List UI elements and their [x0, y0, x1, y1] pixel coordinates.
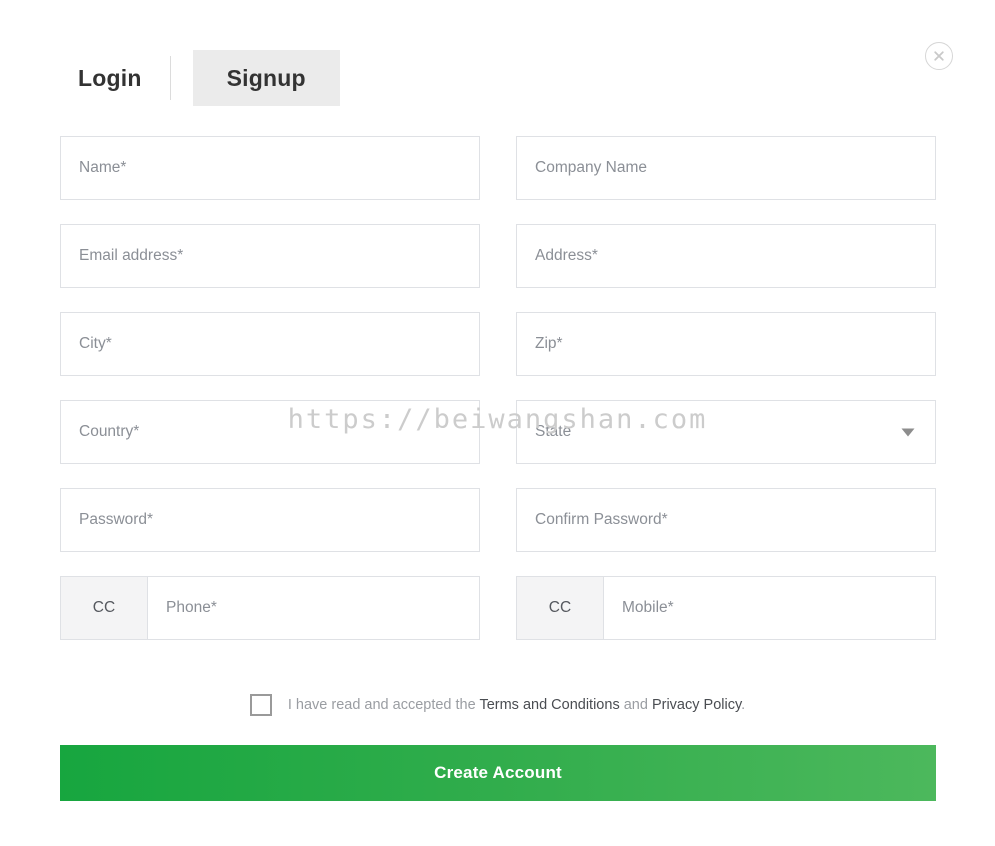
- city-input[interactable]: City*: [60, 312, 480, 376]
- address-input[interactable]: Address*: [516, 224, 936, 288]
- email-input-placeholder: Email address*: [79, 247, 184, 264]
- company-name-input[interactable]: Company Name: [516, 136, 936, 200]
- tab-signup-label: Signup: [226, 64, 306, 91]
- country-select[interactable]: Country*: [60, 400, 480, 464]
- mobile-input[interactable]: Mobile*: [604, 576, 936, 640]
- signup-form: Name* Company Name Email address* Addres…: [60, 136, 936, 664]
- phone-input[interactable]: Phone*: [148, 576, 480, 640]
- terms-checkbox[interactable]: [249, 694, 272, 716]
- form-cell-email: Email address*: [60, 224, 480, 288]
- form-row-country: Country* State: [60, 400, 936, 464]
- email-input[interactable]: Email address*: [60, 224, 480, 288]
- terms-text: I have read and accepted the Terms and C…: [288, 697, 745, 713]
- name-input-placeholder: Name*: [79, 159, 127, 176]
- password-input-placeholder: Password*: [79, 511, 154, 528]
- state-select[interactable]: State: [516, 400, 936, 464]
- mobile-country-code-label: CC: [548, 599, 572, 616]
- form-row-city: City* Zip*: [60, 312, 936, 376]
- city-input-placeholder: City*: [79, 335, 112, 352]
- phone-country-code-select[interactable]: CC: [60, 576, 148, 640]
- chevron-down-icon: [901, 428, 915, 436]
- confirm-password-input[interactable]: Confirm Password*: [516, 488, 936, 552]
- auth-tabs: Login Signup: [60, 50, 340, 106]
- terms-text-conjunction: and: [619, 697, 652, 713]
- confirm-password-input-placeholder: Confirm Password*: [535, 511, 668, 528]
- phone-input-placeholder: Phone*: [166, 599, 217, 616]
- phone-group: CC Phone*: [60, 576, 480, 640]
- terms-text-suffix: .: [741, 697, 746, 713]
- form-cell-password: Password*: [60, 488, 480, 552]
- signup-modal: Login Signup Name* Company Name Email ad…: [0, 0, 995, 846]
- terms-text-prefix: I have read and accepted the: [287, 697, 480, 713]
- state-select-placeholder: State: [535, 423, 572, 440]
- password-input[interactable]: Password*: [60, 488, 480, 552]
- company-name-input-placeholder: Company Name: [535, 159, 647, 176]
- form-cell-zip: Zip*: [516, 312, 936, 376]
- country-select-placeholder: Country*: [79, 423, 140, 440]
- form-cell-confirm-password: Confirm Password*: [516, 488, 936, 552]
- mobile-input-placeholder: Mobile*: [622, 599, 674, 616]
- zip-input-placeholder: Zip*: [535, 335, 563, 352]
- form-row-password: Password* Confirm Password*: [60, 488, 936, 552]
- close-button[interactable]: [925, 42, 953, 70]
- form-cell-state: State: [516, 400, 936, 464]
- tab-signup[interactable]: Signup: [192, 50, 340, 106]
- address-input-placeholder: Address*: [535, 247, 598, 264]
- terms-and-conditions-link[interactable]: Terms and Conditions: [479, 697, 619, 713]
- form-cell-city: City*: [60, 312, 480, 376]
- terms-row: I have read and accepted the Terms and C…: [0, 694, 995, 716]
- tab-login[interactable]: Login: [60, 50, 170, 106]
- name-input[interactable]: Name*: [60, 136, 480, 200]
- tab-divider: [169, 56, 171, 100]
- form-cell-country: Country*: [60, 400, 480, 464]
- mobile-country-code-select[interactable]: CC: [516, 576, 604, 640]
- zip-input[interactable]: Zip*: [516, 312, 936, 376]
- create-account-button[interactable]: Create Account: [60, 745, 936, 801]
- form-row-phone: CC Phone* CC Mobile*: [60, 576, 936, 640]
- tab-login-label: Login: [78, 64, 142, 91]
- mobile-group: CC Mobile*: [516, 576, 936, 640]
- form-cell-company: Company Name: [516, 136, 936, 200]
- form-cell-address: Address*: [516, 224, 936, 288]
- form-row-email: Email address* Address*: [60, 224, 936, 288]
- close-icon: [934, 51, 944, 61]
- form-row-name: Name* Company Name: [60, 136, 936, 200]
- phone-country-code-label: CC: [92, 599, 116, 616]
- form-cell-mobile: CC Mobile*: [516, 576, 936, 640]
- privacy-policy-link[interactable]: Privacy Policy: [652, 697, 741, 713]
- form-cell-phone: CC Phone*: [60, 576, 480, 640]
- form-cell-name: Name*: [60, 136, 480, 200]
